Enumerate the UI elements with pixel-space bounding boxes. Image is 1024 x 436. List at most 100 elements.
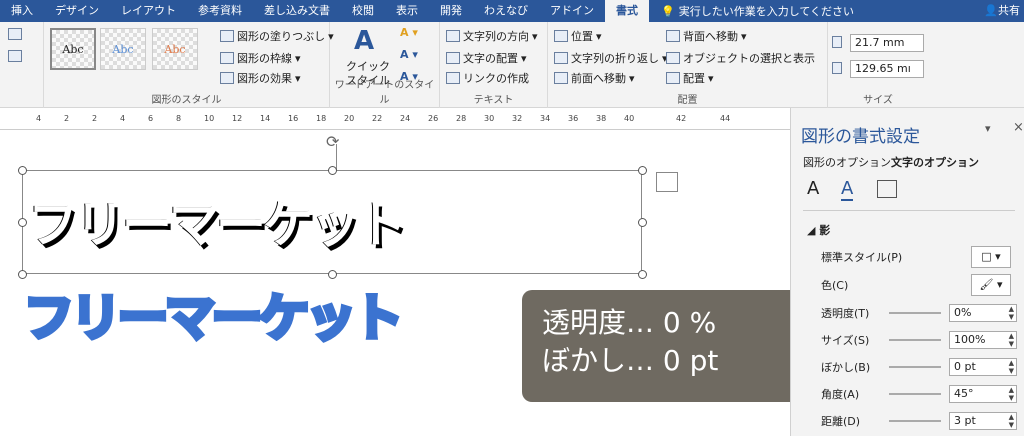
shape-style-2[interactable]: Abc: [100, 28, 146, 70]
create-link-button[interactable]: リンクの作成: [446, 70, 529, 86]
color-dropdown[interactable]: 🖌 ▾: [971, 274, 1011, 296]
shape-style-3[interactable]: Abc: [152, 28, 198, 70]
tab-review[interactable]: 校閲: [341, 0, 385, 22]
shape-fill-button[interactable]: 図形の塗りつぶし ▾: [220, 28, 334, 44]
bring-forward-label: 前面へ移動: [571, 72, 626, 85]
tell-me-box[interactable]: 💡 実行したい作業を入力してください: [661, 3, 854, 19]
tab-references[interactable]: 参考資料: [187, 0, 253, 22]
close-icon[interactable]: ×: [1013, 120, 1024, 135]
textbox-icon[interactable]: [877, 180, 897, 198]
tab-insert[interactable]: 挿入: [0, 0, 44, 22]
resize-handle[interactable]: [638, 166, 647, 175]
position-button[interactable]: 位置 ▾: [554, 28, 602, 44]
tell-me-text: 実行したい作業を入力してください: [678, 5, 855, 18]
spin-icon[interactable]: ▲ ▼: [1009, 359, 1014, 375]
spin-icon[interactable]: ▲ ▼: [1009, 386, 1014, 402]
shape-outline-button[interactable]: 図形の枠線 ▾: [220, 50, 301, 66]
text-direction-button[interactable]: 文字列の方向 ▾: [446, 28, 538, 44]
insert-shapes-group: [0, 22, 44, 108]
position-icon: [554, 30, 568, 42]
spin-icon[interactable]: ▲ ▼: [1009, 305, 1014, 321]
send-backward-button[interactable]: 背面へ移動 ▾: [666, 28, 747, 44]
send-backward-label: 背面へ移動: [683, 30, 738, 43]
transparency-label: 透明度(T): [821, 307, 870, 320]
shape-fill-label: 図形の塗りつぶし: [237, 30, 326, 43]
angle-slider[interactable]: [889, 393, 941, 395]
shape-effects-button[interactable]: 図形の効果 ▾: [220, 70, 301, 86]
person-icon: 👤: [984, 4, 998, 17]
transparency-field[interactable]: 0% ▲ ▼: [949, 304, 1017, 322]
blur-field[interactable]: 0 pt ▲ ▼: [949, 358, 1017, 376]
text-outline-icon[interactable]: A ▾: [400, 48, 418, 61]
tab-format[interactable]: 書式: [605, 0, 649, 22]
color-row: 色(C) 🖌 ▾: [821, 274, 1024, 296]
send-backward-icon: [666, 30, 680, 42]
tab-design[interactable]: デザイン: [44, 0, 110, 22]
wrap-text-button[interactable]: 文字列の折り返し ▾: [554, 50, 668, 66]
bring-forward-button[interactable]: 前面へ移動 ▾: [554, 70, 635, 86]
preset-dropdown[interactable]: □ ▾: [971, 246, 1011, 268]
distance-slider[interactable]: [889, 420, 941, 422]
tab-developer[interactable]: 開発: [429, 0, 473, 22]
resize-handle[interactable]: [328, 166, 337, 175]
tab-text-options[interactable]: 文字のオプション: [891, 154, 979, 170]
size-value: 100%: [954, 333, 986, 346]
tab-view[interactable]: 表示: [385, 0, 429, 22]
pane-menu-icon[interactable]: ▾: [985, 122, 991, 135]
arrange-label: 配置: [677, 95, 698, 106]
selection-pane-button[interactable]: オブジェクトの選択と表示: [666, 50, 815, 66]
share-button[interactable]: 👤共有: [984, 0, 1020, 22]
caption-line-2: ぼかし… 0 pt: [542, 344, 719, 377]
preset-label: 標準スタイル(P): [821, 251, 903, 264]
blur-row: ぼかし(B) 0 pt ▲ ▼: [821, 356, 1024, 378]
shadow-section[interactable]: ◢ 影: [807, 222, 830, 238]
size-label-pane: サイズ(S): [821, 334, 870, 347]
transparency-slider[interactable]: [889, 312, 941, 314]
share-label: 共有: [998, 4, 1020, 17]
size-row: サイズ(S) 100% ▲ ▼: [821, 329, 1024, 351]
link-icon: [446, 72, 460, 84]
ruler-tick: 42: [676, 114, 687, 123]
width-field[interactable]: 129.65 mı: [850, 60, 924, 78]
wordart-blue-text[interactable]: フリーマーケット: [22, 278, 406, 350]
wordart-shadow-text[interactable]: フリーマーケット: [28, 185, 407, 257]
spin-icon[interactable]: ▲ ▼: [1009, 332, 1014, 348]
text-align-button[interactable]: 文字の配置 ▾: [446, 50, 527, 66]
resize-handle[interactable]: [18, 166, 27, 175]
height-icon: [832, 36, 842, 48]
resize-handle[interactable]: [638, 270, 647, 279]
rotate-handle-icon[interactable]: ⟳: [326, 132, 339, 151]
shape-style-1[interactable]: Abc: [50, 28, 96, 70]
layout-options-icon[interactable]: [656, 172, 678, 192]
resize-handle[interactable]: [18, 218, 27, 227]
align-button[interactable]: 配置 ▾: [666, 70, 714, 86]
tab-layout[interactable]: レイアウト: [110, 0, 187, 22]
distance-field[interactable]: 3 pt ▲ ▼: [949, 412, 1017, 430]
text-direction-icon: [446, 30, 460, 42]
textbox-icon[interactable]: [8, 50, 22, 62]
quick-style-icon[interactable]: A: [354, 26, 374, 56]
blur-slider[interactable]: [889, 366, 941, 368]
ruler-tick: 32: [512, 114, 523, 123]
angle-field[interactable]: 45° ▲ ▼: [949, 385, 1017, 403]
blur-label: ぼかし(B): [821, 361, 871, 374]
horizontal-ruler[interactable]: 4 2 2 4 6 8 10 12 14 16 18 20 22 24 26 2…: [0, 108, 790, 130]
shadow-section-label: 影: [819, 224, 831, 237]
tab-addins[interactable]: アドイン: [539, 0, 605, 22]
tab-mailings[interactable]: 差し込み文書: [253, 0, 341, 22]
text-fill-outline-icon[interactable]: A: [807, 178, 819, 199]
text-effects-icon[interactable]: A: [841, 178, 854, 201]
text-fill-icon[interactable]: A ▾: [400, 26, 418, 39]
edit-shape-icon[interactable]: [8, 28, 22, 40]
size-slider[interactable]: [889, 339, 941, 341]
ruler-tick: 34: [540, 114, 551, 123]
tab-shape-options[interactable]: 図形のオプション: [803, 154, 891, 170]
effects-icon: [220, 72, 234, 84]
bring-forward-icon: [554, 72, 568, 84]
height-field[interactable]: 21.7 mm: [850, 34, 924, 52]
tab-waenavi[interactable]: わえなび: [473, 0, 539, 22]
ruler-tick: 30: [484, 114, 495, 123]
resize-handle[interactable]: [638, 218, 647, 227]
size-field[interactable]: 100% ▲ ▼: [949, 331, 1017, 349]
spin-icon[interactable]: ▲ ▼: [1009, 413, 1014, 429]
